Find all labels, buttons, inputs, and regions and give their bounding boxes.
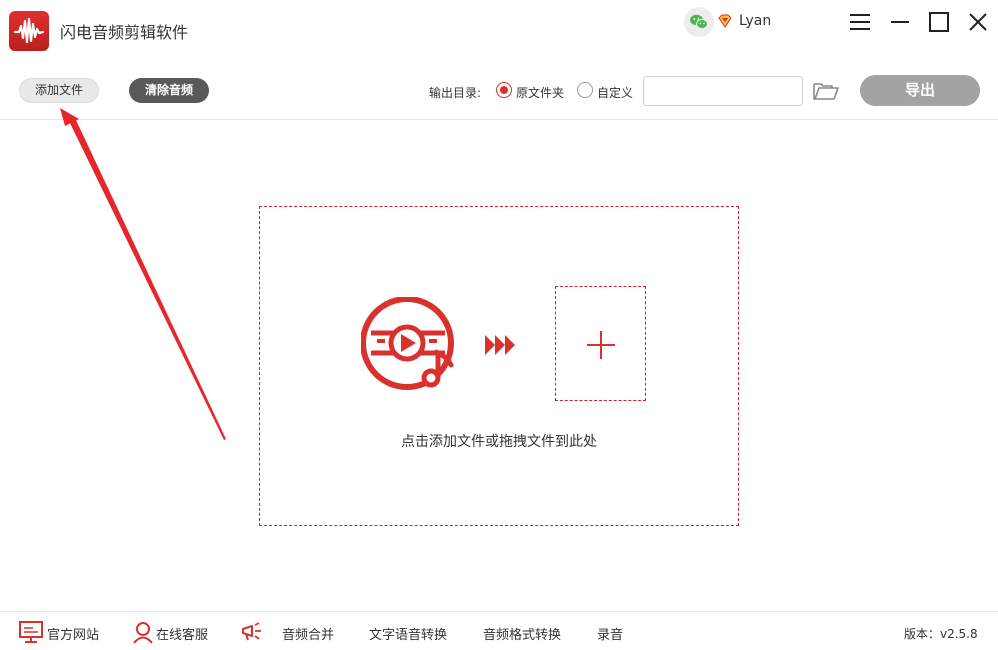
toolbar: 添加文件 清除音频 输出目录: 原文件夹 自定义 导出 <box>0 60 998 120</box>
radio-original-label[interactable]: 原文件夹 <box>516 84 564 101</box>
media-disc-icon <box>360 296 457 393</box>
app-logo <box>9 11 49 51</box>
folder-open-icon[interactable] <box>812 80 840 102</box>
wechat-icon[interactable] <box>684 7 714 37</box>
megaphone-icon[interactable] <box>240 620 264 644</box>
username[interactable]: Lyan <box>739 13 771 29</box>
title-bar: 闪电音频剪辑软件 Lyan <box>0 0 998 60</box>
monitor-icon[interactable] <box>19 620 43 644</box>
footer-bar: 官方网站 在线客服 音频合并 文字语音转换 音频格式转换 录音 版本：v2.5.… <box>0 611 998 650</box>
radio-custom-label[interactable]: 自定义 <box>597 84 633 101</box>
output-path-input[interactable] <box>643 76 803 106</box>
forward-arrows-icon <box>483 333 517 357</box>
export-button[interactable]: 导出 <box>860 75 980 106</box>
online-service-link[interactable]: 在线客服 <box>156 624 208 643</box>
customer-service-icon[interactable] <box>131 620 155 644</box>
version-label: 版本：v2.5.8 <box>904 627 978 641</box>
add-file-box[interactable] <box>555 286 646 401</box>
waveform-icon <box>13 17 45 44</box>
tts-convert-link[interactable]: 文字语音转换 <box>369 624 447 643</box>
record-link[interactable]: 录音 <box>597 624 623 643</box>
app-title: 闪电音频剪辑软件 <box>60 23 189 42</box>
radio-custom-folder[interactable] <box>577 82 593 98</box>
clear-audio-button[interactable]: 清除音频 <box>129 78 209 103</box>
plus-icon[interactable] <box>585 329 617 361</box>
drop-hint-text: 点击添加文件或拖拽文件到此处 <box>401 434 597 450</box>
add-file-button[interactable]: 添加文件 <box>19 78 99 103</box>
official-site-link[interactable]: 官方网站 <box>47 624 99 643</box>
vip-diamond-icon <box>717 13 733 29</box>
output-dir-label: 输出目录: <box>429 86 482 100</box>
audio-merge-link[interactable]: 音频合并 <box>282 624 334 643</box>
close-icon[interactable] <box>966 10 990 34</box>
format-convert-link[interactable]: 音频格式转换 <box>483 624 561 643</box>
maximize-icon[interactable] <box>927 10 951 34</box>
menu-icon[interactable] <box>848 10 872 34</box>
radio-original-folder[interactable] <box>496 82 512 98</box>
minimize-icon[interactable] <box>888 10 912 34</box>
file-drop-zone[interactable]: 点击添加文件或拖拽文件到此处 <box>259 206 739 526</box>
